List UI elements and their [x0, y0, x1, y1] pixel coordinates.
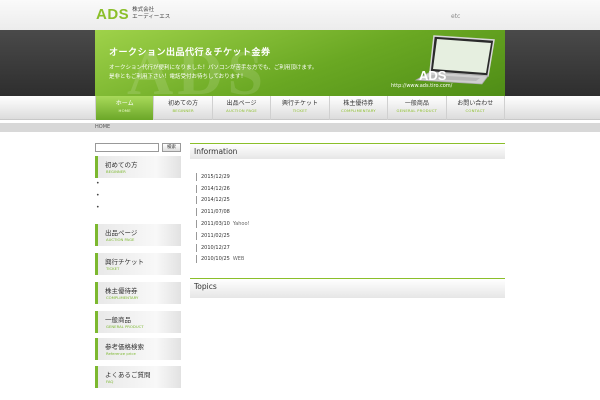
sidebar-item-beginner[interactable]: 初めての方 BEGINNER — [95, 156, 181, 178]
list-item[interactable]: • — [96, 205, 100, 211]
sidebar-item-sublabel: FAQ — [106, 379, 114, 384]
sidebar-item-sublabel: TICKET — [106, 266, 120, 271]
nav-label: 初めての方 — [168, 100, 199, 107]
sidebar-item-ticket[interactable]: 興行チケット TICKET — [95, 253, 181, 275]
sidebar-item-faq[interactable]: よくあるご質問 FAQ — [95, 366, 181, 388]
hero-title: オークション出品代行＆チケット金券 — [109, 48, 271, 58]
nav-label: ホーム — [115, 100, 134, 107]
hero-text-line2: 是非ともご利用下さい！電話受付お待ちしております！ — [109, 74, 247, 80]
site-logo[interactable]: ADS 株式会社 エーディーエス — [96, 7, 170, 23]
list-item[interactable]: 2015/12/29 — [196, 173, 233, 181]
info-date: 2010/10/25 — [201, 256, 230, 262]
sidebar-item-sublabel: GENERAL PRODUCT — [106, 324, 144, 329]
list-item[interactable]: 2014/12/26 — [196, 185, 233, 193]
hero-brand: ADS — [419, 68, 447, 83]
list-item[interactable]: 2011/07/08 — [196, 208, 233, 216]
topics-title: Topics — [194, 282, 217, 291]
hero-green-panel: ADS オークション出品代行＆チケット金券 オークション代行が便利になりました！… — [95, 30, 505, 96]
nav-sublabel: COMPLIMENTARY — [340, 108, 376, 113]
nav-item-contact[interactable]: お問い合わせ CONTACT — [447, 96, 505, 120]
company-name-line1: 株式会社 — [132, 7, 155, 13]
sidebar-item-auction[interactable]: 出品ページ AUCTION PAGE — [95, 224, 181, 246]
list-item[interactable]: • — [96, 181, 100, 187]
list-item[interactable]: 2011/03/10 Yahoo! — [196, 220, 250, 228]
info-date: 2014/12/25 — [201, 197, 230, 203]
nav-items: ホーム HOME 初めての方 BEGINNER 出品ページ AUCTION PA… — [95, 96, 505, 120]
nav-item-general[interactable]: 一般商品 GENERAL PRODUCT — [388, 96, 447, 120]
list-item[interactable]: 2010/10/25 WEB — [196, 255, 244, 263]
nav-sublabel: TICKET — [292, 108, 308, 113]
etc-link[interactable]: etc — [451, 13, 460, 20]
company-name-line2: エーディーエス — [132, 14, 171, 20]
nav-label: 株主優待券 — [343, 100, 374, 107]
hero-url[interactable]: http://www.ads.tiro.com/ — [391, 83, 452, 89]
info-date: 2014/12/26 — [201, 186, 230, 192]
sidebar-item-complimentary[interactable]: 株主優待券 COMPLIMENTARY — [95, 282, 181, 304]
info-date: 2015/12/29 — [201, 174, 230, 180]
sidebar-item-label: 参考価格検索 — [105, 343, 144, 351]
nav-sublabel: BEGINNER — [172, 108, 194, 113]
list-item[interactable]: 2010/12/27 — [196, 244, 233, 252]
info-date: 2010/12/27 — [201, 245, 230, 251]
sidebar-item-general[interactable]: 一般商品 GENERAL PRODUCT — [95, 311, 181, 333]
nav-sublabel: HOME — [118, 108, 131, 113]
nav-sublabel: GENERAL PRODUCT — [396, 108, 438, 113]
nav-item-home[interactable]: ホーム HOME — [96, 96, 155, 120]
hero-text-line1: オークション代行が便利になりました！パソコンが苦手な方でも、ご利用頂けます。 — [109, 65, 318, 71]
sidebar-item-sublabel: AUCTION PAGE — [106, 237, 135, 242]
list-item[interactable]: 2014/12/25 — [196, 196, 233, 204]
search-input[interactable] — [95, 143, 159, 152]
information-title: Information — [194, 147, 238, 156]
info-date: 2011/07/08 — [201, 209, 230, 215]
logo-mark: ADS — [96, 6, 130, 23]
info-note: WEB — [232, 256, 245, 262]
nav-label: 一般商品 — [404, 100, 429, 107]
sidebar-item-sublabel: Reference price — [106, 351, 136, 356]
hero-banner: ADS オークション出品代行＆チケット金券 オークション代行が便利になりました！… — [0, 30, 600, 96]
nav-label: 出品ページ — [226, 100, 257, 107]
nav-item-ticket[interactable]: 興行チケット TICKET — [271, 96, 330, 120]
sidebar-item-label: よくあるご質問 — [105, 371, 151, 379]
breadcrumb: HOME — [95, 124, 111, 130]
info-date: 2011/02/25 — [201, 233, 230, 239]
sidebar-item-label: 出品ページ — [105, 229, 138, 237]
company-name: 株式会社 エーディーエス — [132, 7, 170, 21]
info-date: 2011/03/10 — [201, 221, 230, 227]
nav-sublabel: CONTACT — [465, 108, 485, 113]
sidebar-item-label: 興行チケット — [105, 258, 144, 266]
sidebar-item-label: 初めての方 — [105, 161, 138, 169]
main-nav: ホーム HOME 初めての方 BEGINNER 出品ページ AUCTION PA… — [0, 96, 600, 120]
nav-sublabel: AUCTION PAGE — [226, 108, 257, 113]
sidebar-item-sublabel: BEGINNER — [106, 169, 126, 174]
nav-label: 興行チケット — [281, 100, 318, 107]
sidebar-item-reference-price[interactable]: 参考価格検索 Reference price — [95, 338, 181, 360]
topics-header: Topics — [190, 278, 505, 298]
nav-item-complimentary[interactable]: 株主優待券 COMPLIMENTARY — [330, 96, 389, 120]
breadcrumb-bar — [0, 123, 600, 132]
sidebar-item-sublabel: COMPLIMENTARY — [106, 295, 139, 300]
info-note: Yahoo! — [232, 221, 250, 227]
search-button[interactable]: 検索 — [162, 143, 181, 152]
information-header: Information — [190, 143, 505, 159]
top-header: ADS 株式会社 エーディーエス etc — [0, 0, 600, 30]
nav-item-beginner[interactable]: 初めての方 BEGINNER — [154, 96, 213, 120]
list-item[interactable]: • — [96, 193, 100, 199]
nav-label: お問い合わせ — [457, 100, 494, 107]
sidebar-item-label: 株主優待券 — [105, 287, 138, 295]
nav-item-auction[interactable]: 出品ページ AUCTION PAGE — [213, 96, 272, 120]
sidebar-item-label: 一般商品 — [105, 316, 131, 324]
list-item[interactable]: 2011/02/25 — [196, 232, 233, 240]
